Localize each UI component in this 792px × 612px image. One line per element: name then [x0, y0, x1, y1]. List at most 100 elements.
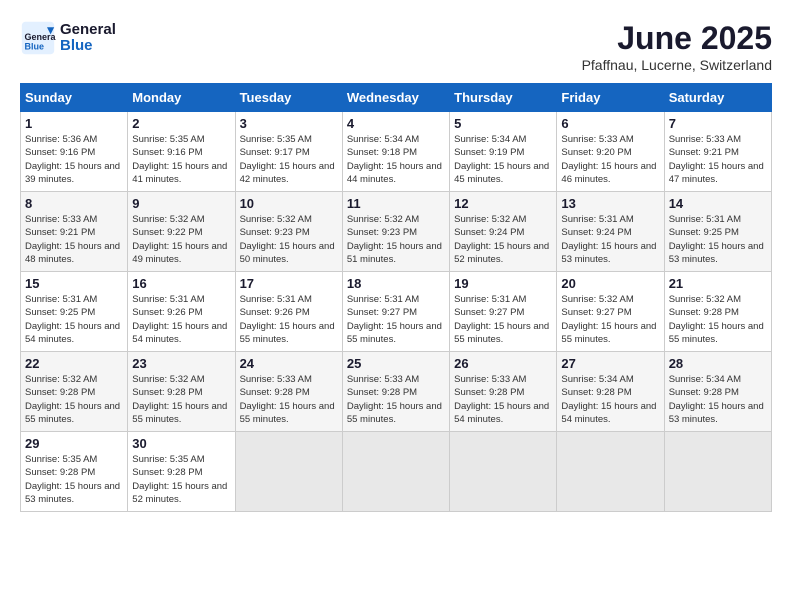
- day-info: Sunrise: 5:31 AM Sunset: 9:25 PM Dayligh…: [669, 213, 767, 266]
- day-info: Sunrise: 5:32 AM Sunset: 9:27 PM Dayligh…: [561, 293, 659, 346]
- calendar-week-2: 15 Sunrise: 5:31 AM Sunset: 9:25 PM Dayli…: [21, 272, 772, 352]
- calendar-cell: [235, 432, 342, 512]
- logo: General Blue General Blue: [20, 20, 116, 56]
- day-number: 12: [454, 196, 552, 211]
- calendar-cell: 13Sunrise: 5:31 AM Sunset: 9:24 PM Dayli…: [557, 192, 664, 272]
- col-thursday: Thursday: [450, 84, 557, 112]
- day-info: Sunrise: 5:31 AM Sunset: 9:24 PM Dayligh…: [561, 213, 659, 266]
- day-info: Sunrise: 5:32 AM Sunset: 9:24 PM Dayligh…: [454, 213, 552, 266]
- calendar-cell: 1 Sunrise: 5:36 AM Sunset: 9:16 PM Daylig…: [21, 112, 128, 192]
- day-number: 17: [240, 276, 338, 291]
- day-info: Sunrise: 5:34 AM Sunset: 9:19 PM Dayligh…: [454, 133, 552, 186]
- day-number: 16: [132, 276, 230, 291]
- calendar-cell: 8 Sunrise: 5:33 AM Sunset: 9:21 PM Daylig…: [21, 192, 128, 272]
- day-info: Sunrise: 5:33 AM Sunset: 9:21 PM Dayligh…: [25, 213, 123, 266]
- calendar-cell: 11Sunrise: 5:32 AM Sunset: 9:23 PM Dayli…: [342, 192, 449, 272]
- day-info: Sunrise: 5:31 AM Sunset: 9:27 PM Dayligh…: [347, 293, 445, 346]
- day-info: Sunrise: 5:36 AM Sunset: 9:16 PM Dayligh…: [25, 133, 123, 186]
- calendar-cell: 9 Sunrise: 5:32 AM Sunset: 9:22 PM Daylig…: [128, 192, 235, 272]
- calendar-cell: 14 Sunrise: 5:31 AM Sunset: 9:25 PM Dayli…: [664, 192, 771, 272]
- calendar-cell: [342, 432, 449, 512]
- day-number: 19: [454, 276, 552, 291]
- calendar-week-3: 22Sunrise: 5:32 AM Sunset: 9:28 PM Dayli…: [21, 352, 772, 432]
- day-number: 14: [669, 196, 767, 211]
- day-info: Sunrise: 5:33 AM Sunset: 9:20 PM Dayligh…: [561, 133, 659, 186]
- header-row: Sunday Monday Tuesday Wednesday Thursday…: [21, 84, 772, 112]
- day-number: 6: [561, 116, 659, 131]
- calendar-cell: [664, 432, 771, 512]
- day-info: Sunrise: 5:35 AM Sunset: 9:28 PM Dayligh…: [25, 453, 123, 506]
- day-info: Sunrise: 5:32 AM Sunset: 9:28 PM Dayligh…: [132, 373, 230, 426]
- calendar-cell: 10 Sunrise: 5:32 AM Sunset: 9:23 PM Dayli…: [235, 192, 342, 272]
- day-info: Sunrise: 5:34 AM Sunset: 9:28 PM Dayligh…: [561, 373, 659, 426]
- day-info: Sunrise: 5:32 AM Sunset: 9:23 PM Dayligh…: [240, 213, 338, 266]
- col-wednesday: Wednesday: [342, 84, 449, 112]
- day-number: 8: [25, 196, 123, 211]
- day-number: 23: [132, 356, 230, 371]
- calendar-title: June 2025: [582, 20, 772, 57]
- col-monday: Monday: [128, 84, 235, 112]
- calendar-cell: 24 Sunrise: 5:33 AM Sunset: 9:28 PM Dayli…: [235, 352, 342, 432]
- calendar-cell: 7 Sunrise: 5:33 AM Sunset: 9:21 PM Daylig…: [664, 112, 771, 192]
- day-number: 21: [669, 276, 767, 291]
- day-number: 29: [25, 436, 123, 451]
- calendar-cell: 22Sunrise: 5:32 AM Sunset: 9:28 PM Dayli…: [21, 352, 128, 432]
- day-info: Sunrise: 5:31 AM Sunset: 9:25 PM Dayligh…: [25, 293, 123, 346]
- calendar-cell: 12 Sunrise: 5:32 AM Sunset: 9:24 PM Dayli…: [450, 192, 557, 272]
- calendar-cell: 18 Sunrise: 5:31 AM Sunset: 9:27 PM Dayli…: [342, 272, 449, 352]
- day-info: Sunrise: 5:33 AM Sunset: 9:21 PM Dayligh…: [669, 133, 767, 186]
- day-info: Sunrise: 5:31 AM Sunset: 9:27 PM Dayligh…: [454, 293, 552, 346]
- col-friday: Friday: [557, 84, 664, 112]
- calendar-cell: 15 Sunrise: 5:31 AM Sunset: 9:25 PM Dayli…: [21, 272, 128, 352]
- day-number: 20: [561, 276, 659, 291]
- calendar-cell: 21Sunrise: 5:32 AM Sunset: 9:28 PM Dayli…: [664, 272, 771, 352]
- day-number: 2: [132, 116, 230, 131]
- day-number: 18: [347, 276, 445, 291]
- day-info: Sunrise: 5:35 AM Sunset: 9:16 PM Dayligh…: [132, 133, 230, 186]
- calendar-cell: 25Sunrise: 5:33 AM Sunset: 9:28 PM Dayli…: [342, 352, 449, 432]
- calendar-week-1: 8 Sunrise: 5:33 AM Sunset: 9:21 PM Daylig…: [21, 192, 772, 272]
- calendar-week-4: 29 Sunrise: 5:35 AM Sunset: 9:28 PM Dayli…: [21, 432, 772, 512]
- day-number: 30: [132, 436, 230, 451]
- calendar-cell: 27 Sunrise: 5:34 AM Sunset: 9:28 PM Dayli…: [557, 352, 664, 432]
- day-info: Sunrise: 5:34 AM Sunset: 9:28 PM Dayligh…: [669, 373, 767, 426]
- day-number: 5: [454, 116, 552, 131]
- day-info: Sunrise: 5:31 AM Sunset: 9:26 PM Dayligh…: [240, 293, 338, 346]
- day-info: Sunrise: 5:33 AM Sunset: 9:28 PM Dayligh…: [454, 373, 552, 426]
- calendar-cell: 6 Sunrise: 5:33 AM Sunset: 9:20 PM Daylig…: [557, 112, 664, 192]
- title-area: June 2025 Pfaffnau, Lucerne, Switzerland: [582, 20, 772, 73]
- logo-text: General Blue: [60, 22, 116, 55]
- calendar-cell: 19 Sunrise: 5:31 AM Sunset: 9:27 PM Dayli…: [450, 272, 557, 352]
- day-info: Sunrise: 5:32 AM Sunset: 9:22 PM Dayligh…: [132, 213, 230, 266]
- col-saturday: Saturday: [664, 84, 771, 112]
- header: General Blue General Blue June 2025 Pfaf…: [20, 20, 772, 73]
- logo-icon: General Blue: [20, 20, 56, 56]
- day-number: 27: [561, 356, 659, 371]
- page-container: General Blue General Blue June 2025 Pfaf…: [20, 20, 772, 512]
- day-info: Sunrise: 5:34 AM Sunset: 9:18 PM Dayligh…: [347, 133, 445, 186]
- calendar-cell: 23 Sunrise: 5:32 AM Sunset: 9:28 PM Dayli…: [128, 352, 235, 432]
- day-number: 28: [669, 356, 767, 371]
- calendar-cell: 4 Sunrise: 5:34 AM Sunset: 9:18 PM Daylig…: [342, 112, 449, 192]
- day-number: 15: [25, 276, 123, 291]
- day-info: Sunrise: 5:33 AM Sunset: 9:28 PM Dayligh…: [240, 373, 338, 426]
- day-number: 26: [454, 356, 552, 371]
- calendar-table: Sunday Monday Tuesday Wednesday Thursday…: [20, 83, 772, 512]
- calendar-cell: 28 Sunrise: 5:34 AM Sunset: 9:28 PM Dayli…: [664, 352, 771, 432]
- calendar-subtitle: Pfaffnau, Lucerne, Switzerland: [582, 57, 772, 73]
- day-number: 10: [240, 196, 338, 211]
- svg-text:General: General: [25, 32, 57, 42]
- svg-text:Blue: Blue: [25, 42, 45, 52]
- day-info: Sunrise: 5:32 AM Sunset: 9:28 PM Dayligh…: [25, 373, 123, 426]
- col-tuesday: Tuesday: [235, 84, 342, 112]
- day-info: Sunrise: 5:35 AM Sunset: 9:28 PM Dayligh…: [132, 453, 230, 506]
- day-number: 9: [132, 196, 230, 211]
- day-number: 1: [25, 116, 123, 131]
- day-number: 4: [347, 116, 445, 131]
- day-number: 24: [240, 356, 338, 371]
- day-info: Sunrise: 5:32 AM Sunset: 9:23 PM Dayligh…: [347, 213, 445, 266]
- day-info: Sunrise: 5:33 AM Sunset: 9:28 PM Dayligh…: [347, 373, 445, 426]
- day-number: 7: [669, 116, 767, 131]
- day-number: 3: [240, 116, 338, 131]
- calendar-cell: [450, 432, 557, 512]
